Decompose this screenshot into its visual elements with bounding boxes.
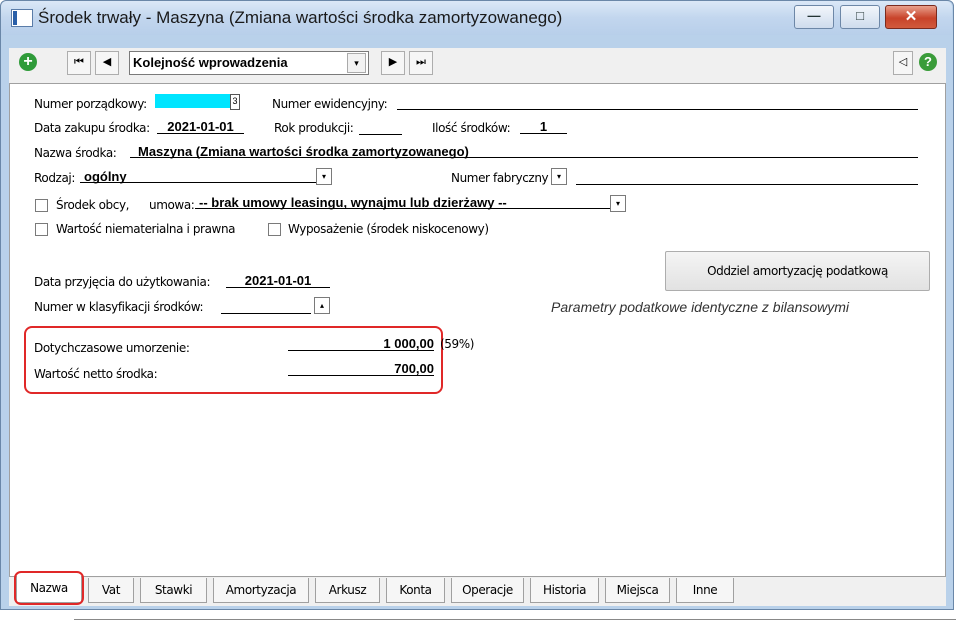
umorzenie-label: Dotychczasowe umorzenie: [34,341,190,355]
order-select-value: Kolejność wprowadzenia [133,55,288,70]
tab-historia[interactable]: Historia [530,578,599,603]
netto-value[interactable]: 700,00 [288,361,434,376]
window-title: Środek trwały - Maszyna (Zmiana wartości… [38,8,563,27]
wyposazenie-label: Wyposażenie (środek niskocenowy) [288,222,489,236]
netto-label: Wartość netto środka: [34,367,158,381]
next-record-button[interactable]: ▶ [381,51,405,75]
divider [74,619,956,620]
wyposazenie-checkbox[interactable] [268,223,281,236]
tab-operacje[interactable]: Operacje [451,578,524,603]
last-record-button[interactable]: ⏭ [409,51,433,75]
numer-porzadkowy-label: Numer porządkowy: [34,97,147,111]
numer-fabryczny-label: Numer fabryczny [451,171,549,185]
numer-fabryczny-input[interactable] [576,170,918,185]
prev-record-button[interactable]: ◀ [95,51,119,75]
nazwa-label: Nazwa środka: [34,146,117,160]
data-przyjecia-input[interactable]: 2021-01-01 [226,273,330,288]
data-zakupu-label: Data zakupu środka: [34,121,150,135]
numer-porzadkowy-input[interactable] [155,94,239,108]
tab-stawki[interactable]: Stawki [140,578,207,603]
numer-ewidencyjny-label: Numer ewidencyjny: [272,97,388,111]
rodzaj-label: Rodzaj: [34,171,75,185]
oddziel-amortyzacje-button[interactable]: Oddziel amortyzację podatkową [665,251,930,291]
rodzaj-select[interactable]: ogólny [80,169,332,184]
ilosc-srodkow-label: Ilość środków: [432,121,511,135]
numer-fabryczny-dropdown-icon[interactable]: ▾ [551,168,567,185]
tab-inne[interactable]: Inne [676,578,734,603]
wartosc-niematerialna-label: Wartość niematerialna i prawna [56,222,236,236]
maximize-icon: □ [856,8,864,23]
tab-arkusz[interactable]: Arkusz [315,578,380,603]
umorzenie-percent: (59%) [440,337,475,351]
data-przyjecia-label: Data przyjęcia do użytkowania: [34,275,211,289]
srodek-obcy-label: Środek obcy, [56,198,130,212]
close-icon: ✕ [904,8,918,25]
rodzaj-dropdown-icon[interactable]: ▾ [316,168,332,185]
numer-ewidencyjny-input[interactable] [397,95,918,110]
collapse-panel-button[interactable]: ◁ [893,51,913,75]
first-record-button[interactable]: ⏮ [67,51,91,75]
nazwa-input[interactable]: Maszyna (Zmiana wartości środka zamortyz… [130,144,918,159]
chevron-down-icon[interactable]: ▾ [347,53,366,73]
srodek-obcy-checkbox[interactable] [35,199,48,212]
rok-produkcji-label: Rok produkcji: [274,121,354,135]
tab-konta[interactable]: Konta [386,578,445,603]
data-zakupu-input[interactable]: 2021-01-01 [157,119,244,134]
tab-miejsca[interactable]: Miejsca [605,578,670,603]
tab-vat[interactable]: Vat [88,578,134,603]
umowa-dropdown-icon[interactable]: ▾ [610,195,626,212]
klasyfikacja-input[interactable] [221,299,311,314]
close-button[interactable]: ✕ [885,5,937,29]
klasyfikacja-picker-icon[interactable]: ▴ [314,297,330,314]
ilosc-srodkow-input[interactable]: 1 [520,119,567,134]
umorzenie-value[interactable]: 1 000,00 [288,336,434,351]
spinner-icon[interactable]: 3 [230,94,240,110]
add-icon[interactable]: + [19,53,37,71]
tab-highlight [14,571,84,605]
maximize-button[interactable]: □ [840,5,880,29]
help-icon[interactable]: ? [919,53,937,71]
tab-amortyzacja[interactable]: Amortyzacja [213,578,309,603]
minimize-icon: — [807,8,821,23]
klasyfikacja-label: Numer w klasyfikacji środków: [34,300,204,314]
wartosc-niematerialna-checkbox[interactable] [35,223,48,236]
minimize-button[interactable]: — [794,5,834,29]
umowa-label: umowa: [149,198,195,212]
rok-produkcji-input[interactable] [359,120,402,135]
parametry-podatkowe-text: Parametry podatkowe identyczne z bilanso… [551,299,850,315]
umowa-select[interactable]: -- brak umowy leasingu, wynajmu lub dzie… [195,195,623,210]
window-app-icon [12,10,32,26]
